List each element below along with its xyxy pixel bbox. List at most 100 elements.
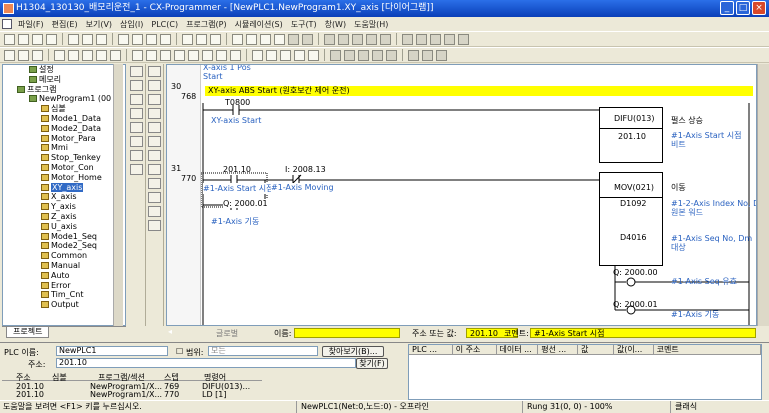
output-icon[interactable] (110, 49, 121, 61)
menu-file[interactable]: 파일(F) (14, 19, 48, 30)
address-search-field[interactable]: 201.10 (56, 358, 356, 368)
paste-icon[interactable] (96, 33, 107, 45)
menu-view[interactable]: 보기(V) (82, 19, 116, 30)
online-edit-icon[interactable] (330, 49, 341, 61)
data-trace-icon[interactable] (386, 49, 397, 61)
monitor-icon[interactable] (246, 33, 257, 45)
document-icon[interactable] (2, 19, 12, 29)
online-icon[interactable] (232, 33, 243, 45)
falling-edge-icon[interactable] (266, 49, 277, 61)
cross-ref-icon[interactable] (130, 136, 143, 147)
run-icon[interactable] (288, 33, 299, 45)
new-contact-icon[interactable] (146, 49, 157, 61)
tree-item[interactable]: 메모리 (3, 75, 125, 85)
table-row[interactable]: 201.10 NewProgram1/X... 770 LD [1] (2, 390, 262, 399)
reset-icon[interactable] (458, 33, 469, 45)
copy-icon[interactable] (82, 33, 93, 45)
watch-col-plc[interactable]: PLC ... (409, 345, 453, 354)
new-vertical-icon[interactable] (174, 49, 185, 61)
undo-icon[interactable] (118, 33, 129, 45)
comment-icon[interactable] (68, 49, 79, 61)
menu-help[interactable]: 도움말(H) (350, 19, 392, 30)
sim-refresh-icon[interactable] (148, 80, 161, 91)
help-icon[interactable] (196, 33, 207, 45)
transfer-icon[interactable] (260, 33, 271, 45)
tree-item[interactable]: Y_axis (3, 202, 125, 212)
tree-item[interactable]: Error (3, 281, 125, 291)
compare-icon[interactable] (274, 33, 285, 45)
run-mode-icon[interactable] (352, 33, 363, 45)
rung-30-comment[interactable]: XY-axis ABS Start (원호보간 제어 운전) (205, 86, 753, 96)
sim-step-icon[interactable] (148, 150, 161, 161)
new-closed-contact-icon[interactable] (160, 49, 171, 61)
sim-reset-icon[interactable] (148, 108, 161, 119)
transfer-edit-icon[interactable] (358, 49, 369, 61)
scope-checkbox-icon[interactable]: ☐ (176, 347, 183, 356)
tree-item[interactable]: 심볼 (3, 104, 125, 114)
tree-item[interactable]: U_axis (3, 222, 125, 232)
zoom-out-icon[interactable] (18, 49, 29, 61)
time-chart-icon[interactable] (408, 49, 419, 61)
tree-item[interactable]: Manual (3, 261, 125, 271)
info-icon[interactable] (182, 33, 193, 45)
tree-item[interactable]: Z_axis (3, 212, 125, 222)
search-button[interactable]: 찾기(F) (356, 358, 388, 369)
new-horizontal-icon[interactable] (188, 49, 199, 61)
mov-instruction-block[interactable]: MOV(021) D1092 D4016 (599, 172, 663, 266)
scroll-left-icon[interactable]: ◂ (168, 327, 172, 336)
watch-col-comment[interactable]: 코멘트 (654, 345, 761, 354)
force-cancel-icon[interactable] (430, 33, 441, 45)
menu-plc[interactable]: PLC(C) (147, 20, 182, 29)
set-icon[interactable] (444, 33, 455, 45)
ladder-vertical-scrollbar[interactable] (757, 64, 769, 326)
watch-window[interactable]: PLC ... 이 주소 데이터 ... 평선 ... 값 값(이... 코멘트 (408, 344, 762, 400)
upload-icon[interactable] (380, 33, 391, 45)
tree-item[interactable]: Mode1_Data (3, 114, 125, 124)
properties-icon[interactable] (130, 122, 143, 133)
watch-col-address[interactable]: 이 주소 (453, 345, 497, 354)
cross-reference-icon[interactable] (422, 49, 433, 61)
address-ref-icon[interactable] (130, 108, 143, 119)
global-tab[interactable]: 글로벌 (216, 328, 238, 339)
save-icon[interactable] (32, 33, 43, 45)
tree-item[interactable]: Motor_Con (3, 163, 125, 173)
tree-item[interactable]: Common (3, 251, 125, 261)
sim-stop-icon[interactable] (148, 136, 161, 147)
tree-item[interactable]: 프로그램 (3, 85, 125, 95)
tree-item[interactable]: Output (3, 300, 125, 310)
menu-insert[interactable]: 삽입(I) (116, 19, 147, 30)
stop-icon[interactable] (302, 33, 313, 45)
difu-instruction-block[interactable]: DIFU(013) 201.10 (599, 107, 663, 163)
sim-pause-icon[interactable] (148, 94, 161, 105)
force-off-icon[interactable] (416, 33, 427, 45)
minimize-button[interactable]: _ (720, 1, 734, 15)
table-row[interactable]: 201.10 NewProgram1/X... 769 DIFU(013)... (2, 382, 262, 391)
close-button[interactable]: × (752, 1, 766, 15)
nt-contact-icon[interactable] (294, 49, 305, 61)
grid-icon[interactable] (54, 49, 65, 61)
select-icon[interactable] (132, 49, 143, 61)
sim-scan-icon[interactable] (148, 206, 161, 217)
program-mode-icon[interactable] (324, 33, 335, 45)
monitor-mode-icon[interactable] (338, 33, 349, 45)
maximize-button[interactable]: □ (736, 1, 750, 15)
or-contact-icon[interactable] (308, 49, 319, 61)
menu-program[interactable]: 프로그램(P) (182, 19, 231, 30)
new-instruction-icon[interactable] (230, 49, 241, 61)
address-reference-icon[interactable] (436, 49, 447, 61)
tree-item[interactable]: Motor_Home (3, 173, 125, 183)
tree-item[interactable]: NewProgram1 (00 (3, 94, 125, 104)
tree-item[interactable]: XY_axis (3, 182, 125, 193)
sim-continuous-icon[interactable] (148, 192, 161, 203)
menu-tools[interactable]: 도구(T) (287, 19, 321, 30)
project-tree-scrollbar[interactable] (113, 64, 123, 326)
open-icon[interactable] (18, 33, 29, 45)
new-icon[interactable] (4, 33, 15, 45)
context-help-icon[interactable] (210, 33, 221, 45)
memory-view-icon[interactable] (130, 164, 143, 175)
watch-col-value[interactable]: 값 (578, 345, 614, 354)
tree-item[interactable]: Mmi (3, 143, 125, 153)
tree-item[interactable]: Mode2_Seq (3, 241, 125, 251)
browse-button[interactable]: 찾아보기(B)... (322, 346, 384, 357)
watch-col-value-prev[interactable]: 값(이... (614, 345, 654, 354)
